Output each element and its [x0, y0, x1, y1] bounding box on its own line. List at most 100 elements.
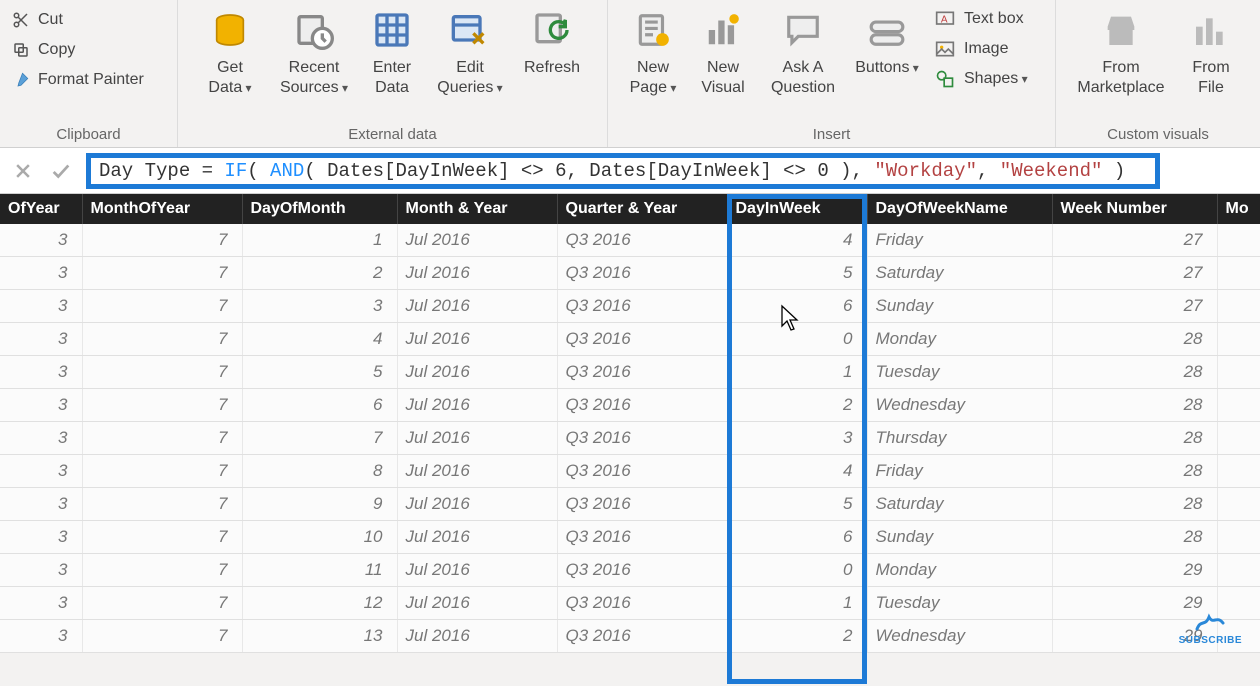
cell[interactable]: [1217, 455, 1260, 488]
cell[interactable]: Thursday: [867, 422, 1052, 455]
cell[interactable]: 27: [1052, 224, 1217, 257]
cell[interactable]: 3: [0, 455, 82, 488]
col-header[interactable]: Quarter & Year: [557, 194, 727, 224]
cell[interactable]: Saturday: [867, 488, 1052, 521]
col-header[interactable]: Month & Year: [397, 194, 557, 224]
cell[interactable]: Q3 2016: [557, 620, 727, 653]
cell[interactable]: 3: [0, 323, 82, 356]
cell[interactable]: 2: [242, 257, 397, 290]
cell[interactable]: Q3 2016: [557, 257, 727, 290]
col-header[interactable]: OfYear: [0, 194, 82, 224]
cell[interactable]: Saturday: [867, 257, 1052, 290]
cell[interactable]: 28: [1052, 356, 1217, 389]
cell[interactable]: Jul 2016: [397, 224, 557, 257]
cell[interactable]: 4: [727, 224, 867, 257]
cell[interactable]: Wednesday: [867, 620, 1052, 653]
formula-cancel-button[interactable]: [10, 158, 36, 184]
cell[interactable]: 2: [727, 389, 867, 422]
cell[interactable]: 6: [242, 389, 397, 422]
cell[interactable]: 6: [727, 521, 867, 554]
cell[interactable]: Monday: [867, 323, 1052, 356]
recent-sources-button[interactable]: Recent Sources: [272, 4, 356, 100]
cell[interactable]: 3: [0, 620, 82, 653]
cell[interactable]: 28: [1052, 521, 1217, 554]
cell[interactable]: 4: [242, 323, 397, 356]
cell[interactable]: 3: [0, 488, 82, 521]
cell[interactable]: Jul 2016: [397, 488, 557, 521]
cell[interactable]: Q3 2016: [557, 488, 727, 521]
cell[interactable]: 13: [242, 620, 397, 653]
cell[interactable]: 28: [1052, 323, 1217, 356]
cell[interactable]: 12: [242, 587, 397, 620]
table-row[interactable]: 3710Jul 2016Q3 20166Sunday28: [0, 521, 1260, 554]
table-row[interactable]: 3713Jul 2016Q3 20162Wednesday29: [0, 620, 1260, 653]
cell[interactable]: Friday: [867, 455, 1052, 488]
new-visual-button[interactable]: New Visual: [688, 4, 758, 100]
cell[interactable]: 28: [1052, 455, 1217, 488]
format-painter-button[interactable]: Format Painter: [10, 70, 144, 90]
cell[interactable]: 7: [82, 422, 242, 455]
cell[interactable]: [1217, 488, 1260, 521]
table-row[interactable]: 371Jul 2016Q3 20164Friday27: [0, 224, 1260, 257]
cell[interactable]: Jul 2016: [397, 356, 557, 389]
cell[interactable]: 27: [1052, 290, 1217, 323]
cell[interactable]: 7: [242, 422, 397, 455]
cell[interactable]: Q3 2016: [557, 290, 727, 323]
new-page-button[interactable]: New Page: [618, 4, 688, 100]
cell[interactable]: [1217, 554, 1260, 587]
cell[interactable]: 3: [0, 356, 82, 389]
cell[interactable]: 28: [1052, 389, 1217, 422]
cell[interactable]: 7: [82, 323, 242, 356]
cell[interactable]: Q3 2016: [557, 455, 727, 488]
cell[interactable]: Jul 2016: [397, 620, 557, 653]
cell[interactable]: 5: [727, 257, 867, 290]
table-row[interactable]: 374Jul 2016Q3 20160Monday28: [0, 323, 1260, 356]
enter-data-button[interactable]: Enter Data: [356, 4, 428, 100]
cell[interactable]: [1217, 521, 1260, 554]
from-file-button[interactable]: From File: [1176, 4, 1246, 100]
cell[interactable]: [1217, 323, 1260, 356]
cell[interactable]: Wednesday: [867, 389, 1052, 422]
col-header[interactable]: DayOfWeekName: [867, 194, 1052, 224]
cell[interactable]: Q3 2016: [557, 356, 727, 389]
cell[interactable]: Q3 2016: [557, 323, 727, 356]
cell[interactable]: 27: [1052, 257, 1217, 290]
cell[interactable]: 3: [727, 422, 867, 455]
cell[interactable]: 9: [242, 488, 397, 521]
table-row[interactable]: 378Jul 2016Q3 20164Friday28: [0, 455, 1260, 488]
shapes-button[interactable]: Shapes: [932, 68, 1028, 90]
table-row[interactable]: 3712Jul 2016Q3 20161Tuesday29: [0, 587, 1260, 620]
cell[interactable]: [1217, 257, 1260, 290]
cell[interactable]: Tuesday: [867, 356, 1052, 389]
col-header[interactable]: DayInWeek: [727, 194, 867, 224]
cell[interactable]: 8: [242, 455, 397, 488]
cell[interactable]: 3: [0, 257, 82, 290]
formula-commit-button[interactable]: [48, 158, 74, 184]
cell[interactable]: 11: [242, 554, 397, 587]
cell[interactable]: 1: [727, 356, 867, 389]
cut-button[interactable]: Cut: [10, 10, 144, 30]
cell[interactable]: 3: [0, 587, 82, 620]
cell[interactable]: 3: [0, 554, 82, 587]
refresh-button[interactable]: Refresh: [512, 4, 592, 80]
col-header[interactable]: DayOfMonth: [242, 194, 397, 224]
col-header[interactable]: Week Number: [1052, 194, 1217, 224]
cell[interactable]: [1217, 389, 1260, 422]
cell[interactable]: Jul 2016: [397, 257, 557, 290]
cell[interactable]: 7: [82, 554, 242, 587]
cell[interactable]: [1217, 356, 1260, 389]
cell[interactable]: 7: [82, 389, 242, 422]
cell[interactable]: Jul 2016: [397, 587, 557, 620]
cell[interactable]: 6: [727, 290, 867, 323]
cell[interactable]: Jul 2016: [397, 554, 557, 587]
cell[interactable]: 7: [82, 356, 242, 389]
table-row[interactable]: 379Jul 2016Q3 20165Saturday28: [0, 488, 1260, 521]
cell[interactable]: Q3 2016: [557, 554, 727, 587]
cell[interactable]: 3: [242, 290, 397, 323]
get-data-button[interactable]: Get Data: [188, 4, 272, 100]
cell[interactable]: Q3 2016: [557, 224, 727, 257]
cell[interactable]: 5: [242, 356, 397, 389]
cell[interactable]: 28: [1052, 488, 1217, 521]
cell[interactable]: Jul 2016: [397, 455, 557, 488]
cell[interactable]: Jul 2016: [397, 521, 557, 554]
